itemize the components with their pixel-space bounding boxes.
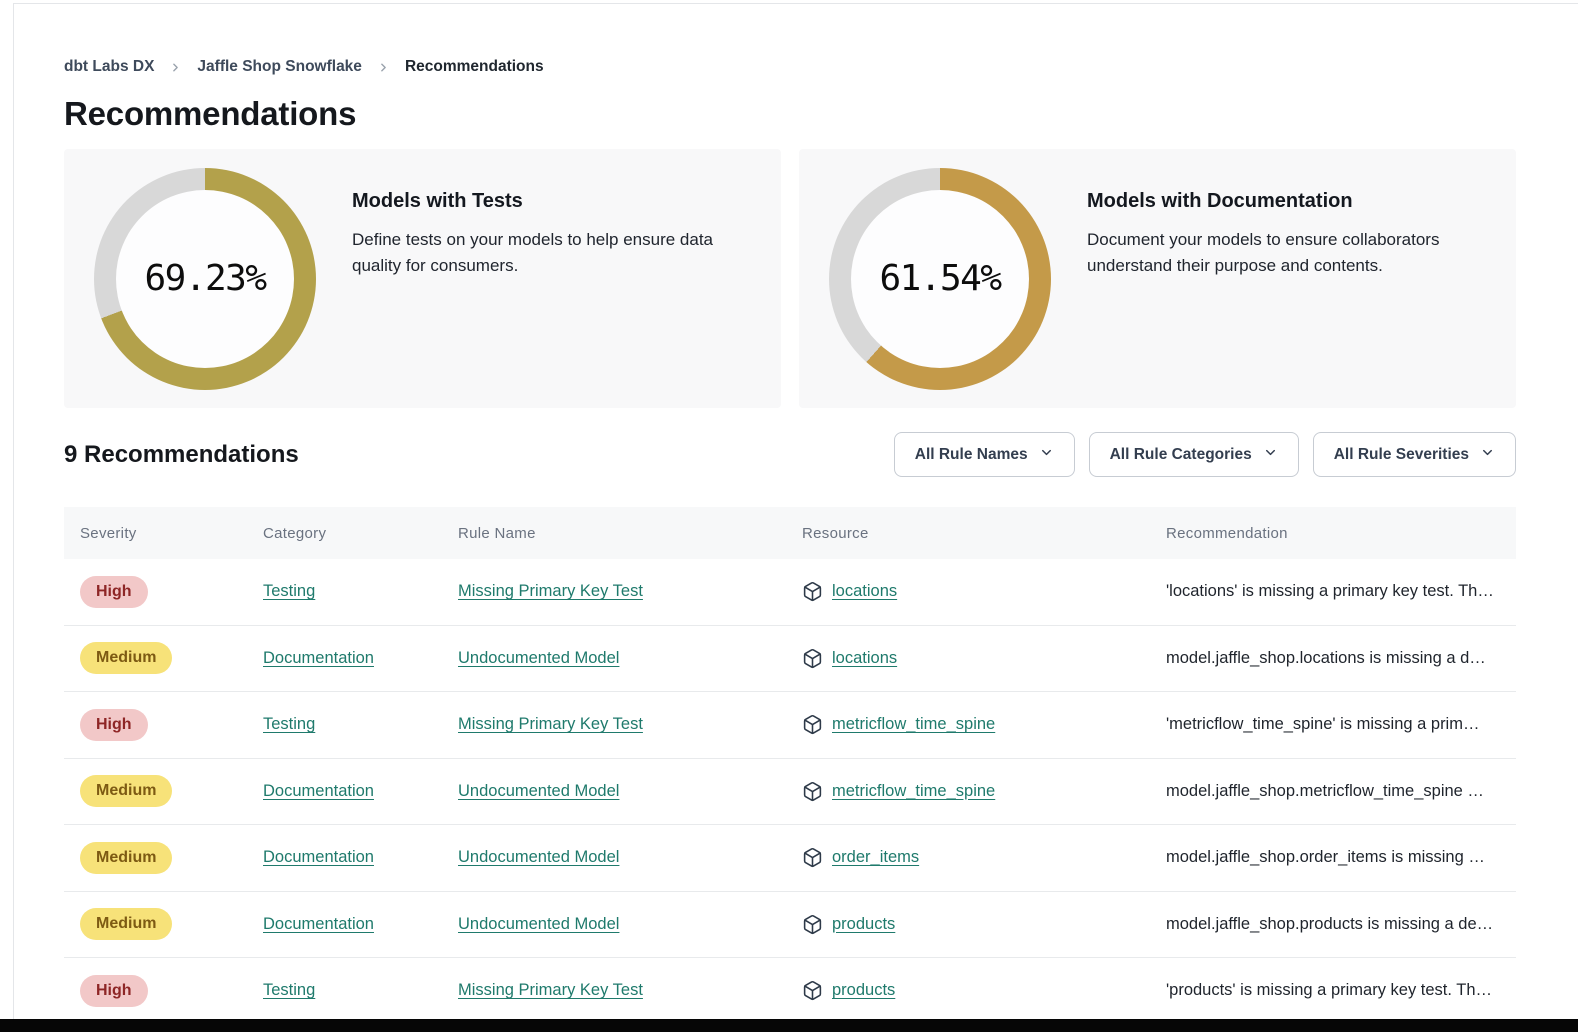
bottom-edge-bar	[0, 1019, 1578, 1032]
breadcrumb: dbt Labs DX Jaffle Shop Snowflake Recomm…	[64, 58, 1516, 76]
severity-badge: Medium	[80, 908, 172, 940]
column-header-rule-name: Rule Name	[442, 525, 786, 542]
model-cube-icon	[802, 714, 823, 735]
table-header-row: Severity Category Rule Name Resource Rec…	[64, 507, 1516, 559]
recommendation-text: model.jaffle_shop.order_items is missing…	[1150, 848, 1516, 867]
recommendations-table: Severity Category Rule Name Resource Rec…	[64, 507, 1516, 1025]
recommendations-list-header: 9 Recommendations All Rule Names All Rul…	[64, 432, 1516, 477]
rule-names-filter-dropdown[interactable]: All Rule Names	[894, 432, 1075, 477]
resource-link[interactable]: metricflow_time_spine	[832, 715, 995, 734]
recommendation-text: model.jaffle_shop.products is missing a …	[1150, 915, 1516, 934]
category-link[interactable]: Documentation	[263, 915, 374, 933]
card-title: Models with Tests	[352, 190, 751, 213]
card-title: Models with Documentation	[1087, 190, 1486, 213]
table-body: High Testing Missing Primary Key Test lo…	[64, 559, 1516, 1025]
model-cube-icon	[802, 581, 823, 602]
models-with-documentation-card: 61.54% Models with Documentation Documen…	[799, 149, 1516, 408]
category-link[interactable]: Documentation	[263, 649, 374, 667]
rule-name-link[interactable]: Undocumented Model	[458, 848, 619, 866]
resource-link[interactable]: metricflow_time_spine	[832, 782, 995, 801]
resource-link[interactable]: locations	[832, 582, 897, 601]
chevron-right-icon	[169, 61, 182, 74]
breadcrumb-item-recommendations: Recommendations	[405, 58, 544, 76]
models-with-documentation-percentage: 61.54%	[829, 168, 1051, 390]
rule-name-link[interactable]: Undocumented Model	[458, 649, 619, 667]
column-header-recommendation: Recommendation	[1150, 525, 1516, 542]
chevron-right-icon	[377, 61, 390, 74]
table-row: Medium Documentation Undocumented Model …	[64, 626, 1516, 693]
category-link[interactable]: Testing	[263, 715, 315, 733]
severity-badge: Medium	[80, 842, 172, 874]
breadcrumb-item-jaffle-shop-snowflake[interactable]: Jaffle Shop Snowflake	[197, 58, 362, 76]
chevron-down-icon	[1039, 445, 1054, 465]
models-with-tests-card: 69.23% Models with Tests Define tests on…	[64, 149, 781, 408]
recommendation-text: model.jaffle_shop.locations is missing a…	[1150, 649, 1516, 668]
column-header-resource: Resource	[786, 525, 1150, 542]
filter-label: All Rule Severities	[1334, 446, 1469, 464]
models-with-documentation-donut-chart: 61.54%	[829, 168, 1051, 390]
severity-badge: Medium	[80, 775, 172, 807]
column-header-severity: Severity	[64, 525, 247, 542]
severity-badge: High	[80, 975, 148, 1007]
model-cube-icon	[802, 914, 823, 935]
main-content: dbt Labs DX Jaffle Shop Snowflake Recomm…	[64, 0, 1516, 1025]
resource-link[interactable]: products	[832, 915, 895, 934]
model-cube-icon	[802, 648, 823, 669]
breadcrumb-item-dbt-labs-dx[interactable]: dbt Labs DX	[64, 58, 154, 76]
table-row: High Testing Missing Primary Key Test me…	[64, 692, 1516, 759]
filter-bar: All Rule Names All Rule Categories All R…	[894, 432, 1516, 477]
rule-severities-filter-dropdown[interactable]: All Rule Severities	[1313, 432, 1516, 477]
card-description: Define tests on your models to help ensu…	[352, 227, 751, 280]
rule-name-link[interactable]: Missing Primary Key Test	[458, 582, 643, 600]
category-link[interactable]: Documentation	[263, 848, 374, 866]
table-row: High Testing Missing Primary Key Test lo…	[64, 559, 1516, 626]
rule-categories-filter-dropdown[interactable]: All Rule Categories	[1089, 432, 1299, 477]
metric-cards: 69.23% Models with Tests Define tests on…	[64, 149, 1516, 408]
chevron-down-icon	[1480, 445, 1495, 465]
model-cube-icon	[802, 847, 823, 868]
filter-label: All Rule Names	[915, 446, 1028, 464]
rule-name-link[interactable]: Missing Primary Key Test	[458, 981, 643, 999]
resource-link[interactable]: order_items	[832, 848, 919, 867]
chevron-down-icon	[1263, 445, 1278, 465]
severity-badge: Medium	[80, 642, 172, 674]
recommendation-text: model.jaffle_shop.metricflow_time_spine …	[1150, 782, 1516, 801]
models-with-tests-percentage: 69.23%	[94, 168, 316, 390]
table-row: Medium Documentation Undocumented Model …	[64, 892, 1516, 959]
severity-badge: High	[80, 576, 148, 608]
recommendation-text: 'locations' is missing a primary key tes…	[1150, 582, 1516, 601]
model-cube-icon	[802, 980, 823, 1001]
rule-name-link[interactable]: Missing Primary Key Test	[458, 715, 643, 733]
recommendation-text: 'products' is missing a primary key test…	[1150, 981, 1516, 1000]
recommendations-count-title: 9 Recommendations	[64, 441, 299, 469]
window-left-border	[13, 3, 14, 1032]
rule-name-link[interactable]: Undocumented Model	[458, 782, 619, 800]
models-with-tests-donut-chart: 69.23%	[94, 168, 316, 390]
table-row: High Testing Missing Primary Key Test pr…	[64, 958, 1516, 1025]
category-link[interactable]: Testing	[263, 582, 315, 600]
model-cube-icon	[802, 781, 823, 802]
resource-link[interactable]: locations	[832, 649, 897, 668]
category-link[interactable]: Testing	[263, 981, 315, 999]
table-row: Medium Documentation Undocumented Model …	[64, 759, 1516, 826]
column-header-category: Category	[247, 525, 442, 542]
severity-badge: High	[80, 709, 148, 741]
filter-label: All Rule Categories	[1110, 446, 1252, 464]
rule-name-link[interactable]: Undocumented Model	[458, 915, 619, 933]
recommendation-text: 'metricflow_time_spine' is missing a pri…	[1150, 715, 1516, 734]
card-description: Document your models to ensure collabora…	[1087, 227, 1486, 280]
table-row: Medium Documentation Undocumented Model …	[64, 825, 1516, 892]
category-link[interactable]: Documentation	[263, 782, 374, 800]
resource-link[interactable]: products	[832, 981, 895, 1000]
page-title: Recommendations	[64, 95, 1516, 133]
